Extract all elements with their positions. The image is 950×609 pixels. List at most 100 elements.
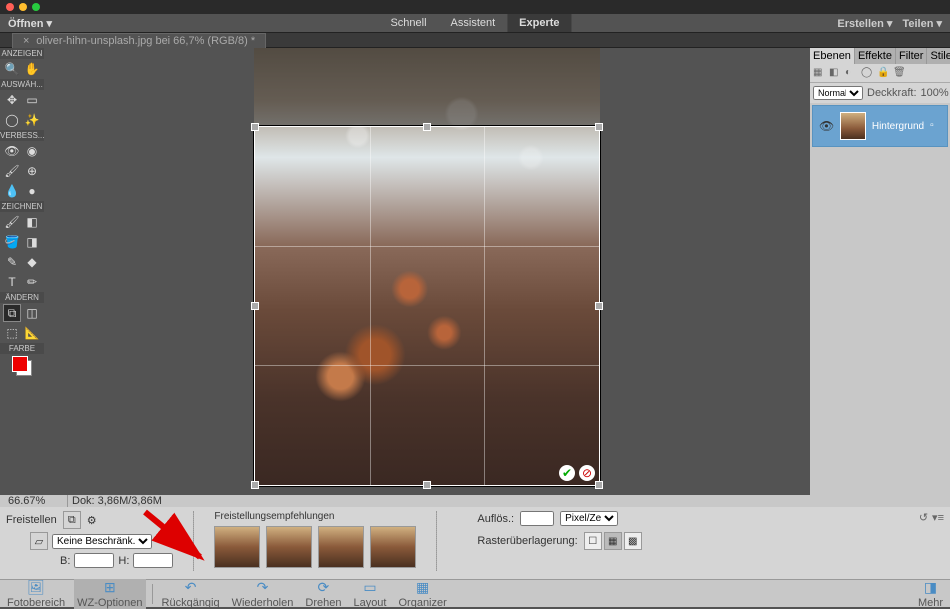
crop-handle-mr[interactable] [595,302,603,310]
eraser-tool[interactable]: ◧ [23,213,41,231]
more-btn[interactable]: ◨Mehr [915,579,946,609]
layout-btn[interactable]: ▭Layout [350,579,389,609]
section-color: FARBE [0,343,44,354]
tab-effects[interactable]: Effekte [855,48,896,64]
sponge-tool[interactable]: ● [23,182,41,200]
tool-options-btn[interactable]: ⊞WZ-Optionen [74,579,145,609]
gradient-tool[interactable]: ◨ [23,233,41,251]
content-move-tool[interactable]: ⬚ [3,324,21,342]
create-menu[interactable]: Erstellen ▾ [837,17,892,30]
brush-tool[interactable]: 🖌 [3,213,21,231]
window-close[interactable] [6,3,14,11]
new-layer-icon[interactable]: ▦ [813,67,825,79]
crop-perspective-btn[interactable]: ▱ [30,532,48,550]
image-canvas[interactable]: ✔ ⊘ [254,48,600,486]
suggest-1[interactable] [214,526,260,568]
opacity-value[interactable]: 100% [921,87,949,99]
crop-handle-bc[interactable] [423,481,431,489]
overlay-grid[interactable]: ▩ [624,532,642,550]
wand-tool[interactable]: ✨ [23,111,41,129]
crop-handle-tc[interactable] [423,123,431,131]
clone-tool[interactable]: ⊕ [23,162,41,180]
smart-brush-tool[interactable]: 🖌 [3,162,21,180]
layer-actions: ▦ ◧ ◐ ◯ 🔒 🗑 [810,64,950,83]
adjustment-icon[interactable]: ◐ [845,67,857,79]
res-input[interactable] [520,511,554,526]
doc-tab[interactable]: × oliver-hihn-unsplash.jpg bei 66,7% (RG… [12,33,266,48]
close-doc-icon[interactable]: × [23,35,29,47]
res-unit[interactable]: Pixel/Zen... [560,511,618,526]
layer-thumb[interactable] [840,112,866,140]
pencil-tool[interactable]: ✏ [23,273,41,291]
tab-layers[interactable]: Ebenen [810,48,855,64]
lasso-tool[interactable]: ◯ [3,111,21,129]
overlay-thirds[interactable]: ▦ [604,532,622,550]
mask-icon[interactable]: ◯ [861,67,873,79]
straighten-tool[interactable]: 📐 [23,324,41,342]
blur-tool[interactable]: 💧 [3,182,21,200]
crop-commit[interactable]: ✔ [559,465,575,481]
hand-tool[interactable]: ✋ [23,60,41,78]
mode-expert[interactable]: Experte [507,14,571,32]
separator [436,511,437,571]
options-title: Freistellen [6,514,57,526]
blend-mode[interactable]: Normal [813,86,863,100]
redeye-tool[interactable]: 👁 [3,142,21,160]
crop-handle-tr[interactable] [595,123,603,131]
crop-handle-ml[interactable] [251,302,259,310]
window-maximize[interactable] [32,3,40,11]
crop-mode-btn[interactable]: ⧉ [63,511,81,529]
overlay-none[interactable]: ☐ [584,532,602,550]
tab-filter[interactable]: Filter [896,48,927,64]
suggest-3[interactable] [318,526,364,568]
crop-handle-bl[interactable] [251,481,259,489]
share-menu[interactable]: Teilen ▾ [902,17,942,30]
rotate-btn[interactable]: ⟳Drehen [302,579,344,609]
crop-cancel[interactable]: ⊘ [579,465,595,481]
eyedropper-tool[interactable]: ✎ [3,253,21,271]
new-group-icon[interactable]: ◧ [829,67,841,79]
organizer-btn[interactable]: ▦Organizer [395,579,449,609]
redo-btn[interactable]: ↷Wiederholen [229,579,297,609]
fill-tool[interactable]: 🪣 [3,233,21,251]
window-minimize[interactable] [19,3,27,11]
layer-row[interactable]: 👁 Hintergrund ▫ [812,105,948,147]
move-tool[interactable]: ✥ [3,91,21,109]
marquee-tool[interactable]: ▭ [23,91,41,109]
suggest-2[interactable] [266,526,312,568]
tool-options: Freistellen ⧉ ⚙ ▱ Keine Beschränk. B: H:… [0,507,950,579]
canvas-area[interactable]: ✔ ⊘ [44,48,810,495]
options-reset-icon[interactable]: ↺ [919,511,928,524]
visibility-icon[interactable]: 👁 [819,119,834,133]
photo-bin[interactable]: 🖼Fotobereich [4,579,68,609]
color-swatch[interactable] [12,356,32,376]
spot-heal-tool[interactable]: ◉ [23,142,41,160]
titlebar [0,0,950,14]
height-input[interactable] [133,553,173,568]
width-input[interactable] [74,553,114,568]
foreground-color[interactable] [12,356,28,372]
aspect-preset[interactable]: Keine Beschränk. [52,534,152,549]
trash-icon[interactable]: 🗑 [893,67,905,79]
type-tool[interactable]: T [3,273,21,291]
width-label: B: [60,555,70,567]
options-menu-icon[interactable]: ▾≡ [932,511,944,524]
tab-styles[interactable]: Stile [927,48,950,64]
recompose-tool[interactable]: ◫ [23,304,41,322]
crop-tool[interactable]: ⧉ [3,304,21,322]
mode-assistant[interactable]: Assistent [439,14,508,32]
open-menu[interactable]: Öffnen ▾ [8,17,52,30]
layer-lock-icon[interactable]: ▫ [930,120,941,132]
crop-shade [254,48,600,126]
shape-tool[interactable]: ◆ [23,253,41,271]
crop-box[interactable]: ✔ ⊘ [254,126,600,486]
crop-handle-tl[interactable] [251,123,259,131]
zoom-tool[interactable]: 🔍 [3,60,21,78]
undo-btn[interactable]: ↶Rückgängig [159,579,223,609]
suggest-4[interactable] [370,526,416,568]
zoom-level[interactable]: 66.67% [4,495,68,507]
lock-icon[interactable]: 🔒 [877,67,889,79]
options-gear-icon[interactable]: ⚙ [87,514,97,527]
crop-handle-br[interactable] [595,481,603,489]
mode-quick[interactable]: Schnell [378,14,438,32]
